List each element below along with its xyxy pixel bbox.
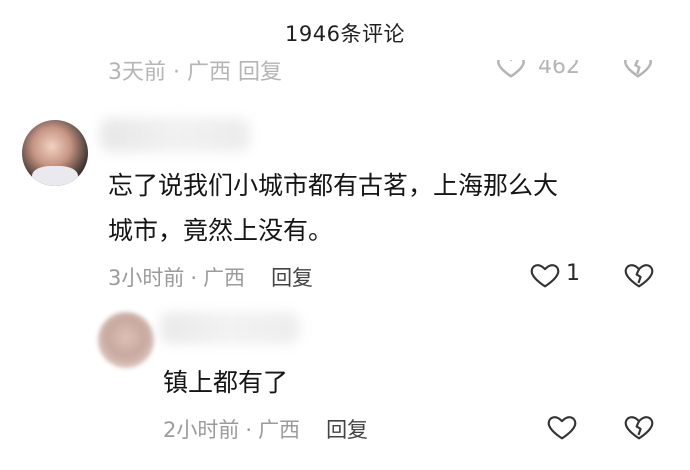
like-count: 1 xyxy=(566,261,580,286)
reply-avatar[interactable] xyxy=(98,312,154,368)
previous-comment-meta: 3天前 · 广西 回复 462 xyxy=(108,60,668,84)
comment-time: 3小时前 xyxy=(108,266,185,290)
previous-like-count: 462 xyxy=(538,60,580,79)
comment-count-title: 1946条评论 xyxy=(285,22,405,46)
like-icon[interactable] xyxy=(545,411,579,447)
reply-text: 镇上都有了 xyxy=(163,368,289,397)
reply-time: 2小时前 xyxy=(163,418,240,442)
comment-meta: 3小时前 · 广西 回复 xyxy=(108,262,313,292)
commenter-avatar[interactable] xyxy=(22,120,88,186)
avatar-shirt xyxy=(32,166,78,186)
blurred-reply-username[interactable] xyxy=(160,312,300,344)
dislike-icon[interactable] xyxy=(622,259,656,295)
reply-button[interactable]: 回复 xyxy=(326,418,368,442)
dislike-icon[interactable] xyxy=(622,411,656,447)
reply-location: 广西 xyxy=(258,418,301,442)
like-icon[interactable] xyxy=(528,259,562,295)
comment-text: 忘了说我们小城市都有古茗，上海那么大 城市，竟然上没有。 xyxy=(108,171,559,245)
reply-button[interactable]: 回复 xyxy=(271,266,313,290)
previous-dislike-icon[interactable] xyxy=(623,60,653,84)
blurred-username[interactable] xyxy=(100,118,250,152)
previous-meta-text: 3天前 · 广西 回复 xyxy=(108,60,282,84)
comment-location: 广西 xyxy=(203,266,246,290)
meta-separator: · xyxy=(245,418,253,442)
reply-meta: 2小时前 · 广西 回复 xyxy=(163,414,368,444)
previous-like-icon[interactable] xyxy=(496,60,526,84)
meta-separator: · xyxy=(190,266,198,290)
